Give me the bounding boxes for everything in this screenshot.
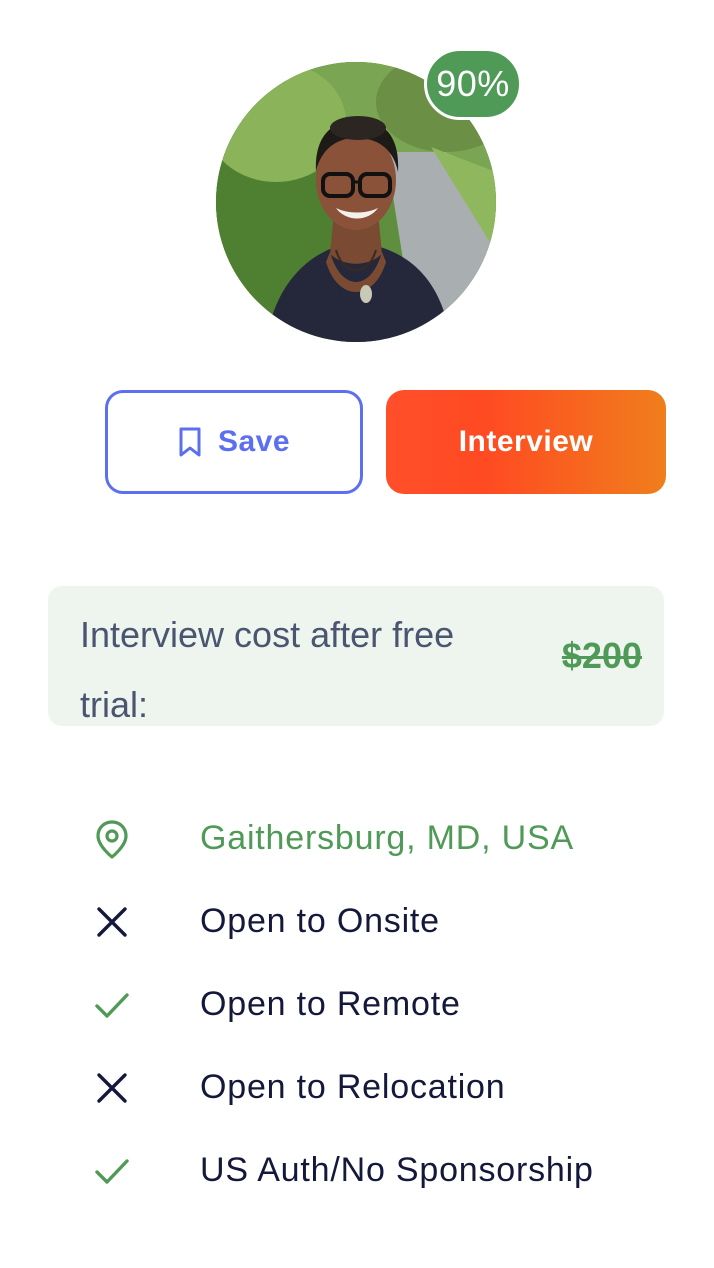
save-button-label: Save: [217, 425, 291, 458]
onsite-text: Open to Onsite: [200, 902, 440, 940]
x-icon: [97, 907, 127, 937]
bookmark-icon: [179, 427, 201, 457]
save-button[interactable]: Save: [105, 390, 363, 494]
detail-location: Gaithersburg, MD, USA: [0, 797, 714, 880]
x-icon: [97, 1073, 127, 1103]
interview-cost-panel: Interview cost after free trial: $200: [48, 586, 664, 726]
location-text: Gaithersburg, MD, USA: [200, 819, 574, 857]
detail-work-auth: US Auth/No Sponsorship: [0, 1129, 714, 1212]
detail-remote: Open to Remote: [0, 963, 714, 1046]
detail-relocation: Open to Relocation: [0, 1046, 714, 1129]
check-icon: [95, 1159, 129, 1184]
detail-onsite: Open to Onsite: [0, 880, 714, 963]
interview-cost-price: $200: [561, 635, 642, 676]
interview-button[interactable]: Interview: [386, 390, 666, 494]
check-icon: [95, 993, 129, 1018]
relocation-text: Open to Relocation: [200, 1068, 506, 1106]
map-pin-icon: [96, 820, 128, 859]
work-auth-text: US Auth/No Sponsorship: [200, 1151, 594, 1189]
match-percentage-badge: 90%: [424, 48, 522, 120]
candidate-details-list: Gaithersburg, MD, USA Open to Onsite Ope…: [0, 797, 714, 1212]
interview-button-label: Interview: [458, 425, 594, 458]
remote-text: Open to Remote: [200, 985, 461, 1023]
interview-cost-label: Interview cost after free trial:: [80, 614, 455, 725]
